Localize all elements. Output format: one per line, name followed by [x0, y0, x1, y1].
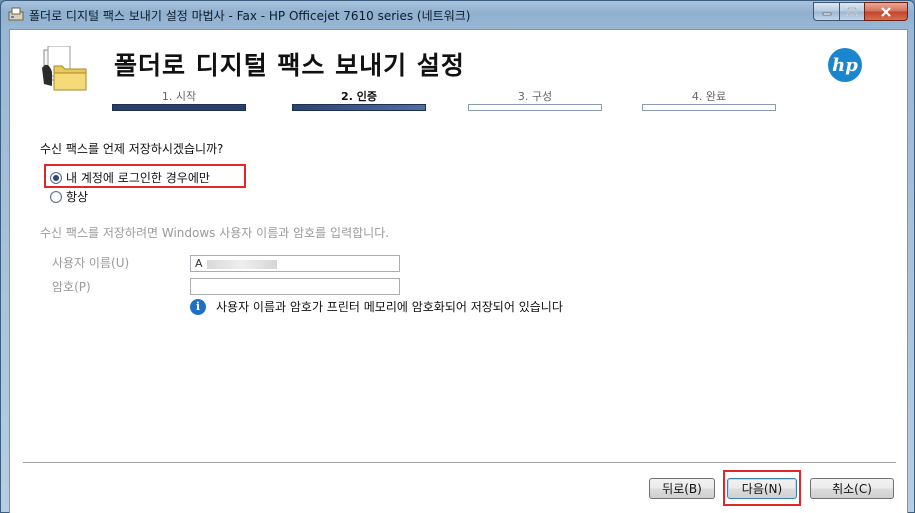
next-button[interactable]: 다음(N): [727, 478, 797, 499]
step-progress-bar: [642, 104, 776, 111]
title-bar[interactable]: 폴더로 디지털 팩스 보내기 설정 마법사 - Fax - HP Officej…: [1, 1, 914, 29]
username-label: 사용자 이름(U): [52, 256, 130, 270]
step-progress-bar: [292, 104, 426, 111]
back-button[interactable]: 뒤로(B): [649, 478, 715, 499]
radio-label: 항상: [66, 190, 89, 204]
step-start: 1. 시작: [112, 88, 246, 111]
close-icon: [881, 6, 891, 17]
username-value: A: [195, 257, 203, 270]
step-auth: 2. 인증: [292, 88, 426, 111]
hp-logo: hp: [828, 48, 862, 82]
window-frame: 폴더로 디지털 팩스 보내기 설정 마법사 - Fax - HP Officej…: [0, 0, 915, 513]
save-question: 수신 팩스를 언제 저장하시겠습니까?: [40, 142, 224, 156]
page-title: 폴더로 디지털 팩스 보내기 설정: [114, 51, 465, 80]
credentials-hint: 수신 팩스를 저장하려면 Windows 사용자 이름과 암호를 입력합니다.: [40, 226, 390, 240]
maximize-button[interactable]: [839, 2, 864, 21]
redacted-text: [206, 259, 277, 269]
step-label: 4. 완료: [691, 90, 727, 103]
folder-fax-icon: [40, 45, 90, 92]
window-title: 폴더로 디지털 팩스 보내기 설정 마법사 - Fax - HP Officej…: [29, 9, 471, 23]
password-label: 암호(P): [52, 280, 91, 294]
step-progress-bar: [468, 104, 602, 111]
info-text: 사용자 이름과 암호가 프린터 메모리에 암호화되어 저장되어 있습니다: [216, 300, 563, 314]
info-icon: i: [190, 298, 206, 315]
wizard-client-area: 폴더로 디지털 팩스 보내기 설정 hp 1. 시작 2. 인증 3. 구성 4…: [9, 29, 908, 513]
step-finish: 4. 완료: [642, 88, 776, 111]
fax-app-icon: [8, 7, 24, 21]
step-label: 2. 인증: [341, 90, 377, 103]
minimize-icon: [822, 12, 831, 15]
footer-separator: [23, 462, 896, 464]
cancel-button[interactable]: 취소(C): [810, 478, 894, 499]
radio-login-only[interactable]: 내 계정에 로그인한 경우에만: [50, 169, 210, 186]
radio-always[interactable]: 항상: [50, 188, 88, 205]
maximize-icon: [847, 7, 857, 16]
radio-button[interactable]: [50, 190, 62, 203]
radio-button-checked[interactable]: [50, 171, 62, 184]
radio-label: 내 계정에 로그인한 경우에만: [66, 171, 210, 185]
username-field[interactable]: A: [190, 255, 400, 272]
minimize-button[interactable]: [813, 2, 839, 21]
password-field[interactable]: [190, 278, 400, 295]
info-message: i 사용자 이름과 암호가 프린터 메모리에 암호화되어 저장되어 있습니다: [190, 298, 563, 315]
step-progress-bar: [112, 104, 246, 111]
step-config: 3. 구성: [468, 88, 602, 111]
step-label: 1. 시작: [161, 90, 197, 103]
close-button[interactable]: [864, 2, 908, 21]
step-label: 3. 구성: [517, 90, 553, 103]
